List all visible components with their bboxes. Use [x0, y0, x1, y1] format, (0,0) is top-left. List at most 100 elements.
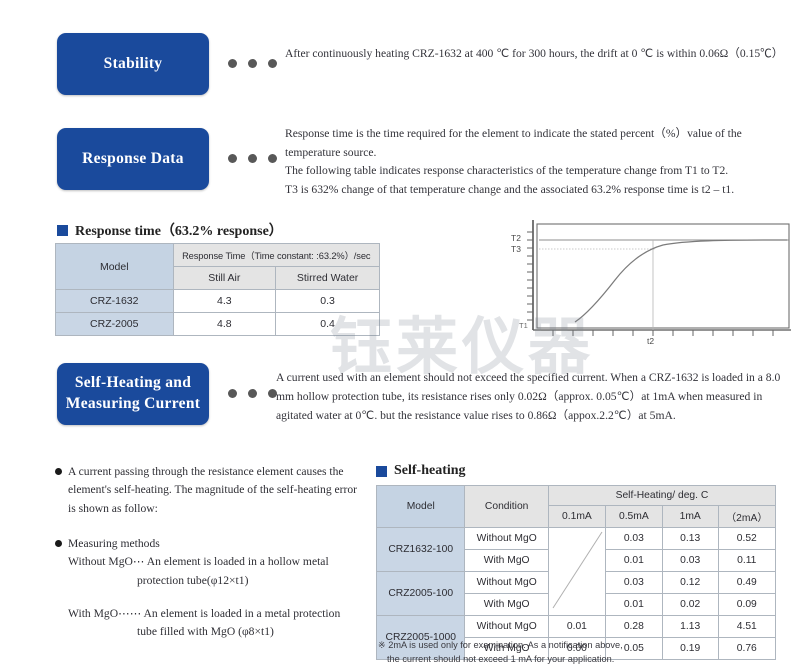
sh-model-header: Model [375, 485, 466, 528]
sh-condition-header: Condition [464, 485, 549, 528]
sh-current-header-01ma: 0.1mA [547, 505, 606, 528]
footnote-line1: ※ 2mA is used only for examination. As a… [378, 640, 623, 650]
response-data-body-line2: The following table indicates response c… [285, 164, 729, 177]
note-bullet-1: A current passing through the resistance… [55, 463, 365, 518]
bullet-icon [55, 539, 62, 547]
response-row-model: CRZ-2005 [55, 312, 174, 336]
diagonal-strike-icon [552, 531, 603, 609]
response-row-stirred-water: 0.4 [275, 312, 380, 336]
stability-label-box: Stability [57, 33, 209, 95]
dot-icon [228, 154, 237, 163]
dot-icon [248, 389, 257, 398]
without-mgo-line2: protection tube(φ12×t1) [137, 573, 249, 587]
response-row-still-air: 4.3 [172, 289, 277, 313]
sh-row-05ma: 0.03 [604, 527, 663, 550]
self-heating-body: A current used with an element should no… [276, 371, 781, 422]
response-data-dots [228, 154, 277, 163]
response-time-heading: Response time（63.2% response） [57, 220, 283, 240]
note-bullet-2-text: Measuring methods [68, 536, 160, 550]
response-curve-svg: T2 T3 T1 t2 [511, 220, 791, 346]
sh-row-05ma: 0.01 [604, 549, 663, 572]
sh-current-header-1ma: 1mA [661, 505, 719, 528]
sh-current-header-05ma: 0.5mA [604, 505, 663, 528]
chart-label-t1: T1 [519, 321, 528, 330]
sh-row-01ma-blank [547, 527, 606, 616]
sh-row-condition: Without MgO [464, 571, 549, 594]
self-heating-table: Model Condition Self-Heating/ deg. C 0.1… [375, 485, 777, 660]
table-row: CRZ2005-1000 Without MgO 0.01 0.28 1.13 … [375, 615, 777, 660]
note-bullet-2: Measuring methods [55, 535, 365, 553]
sh-row-2ma: 0.49 [717, 571, 777, 594]
self-heating-label-line1: Self-Heating and [74, 374, 192, 392]
sh-row-05ma: 0.01 [604, 593, 663, 616]
dot-icon [248, 59, 257, 68]
stability-dots [228, 59, 277, 68]
sh-current-header-2ma: （2mA） [717, 505, 777, 528]
dot-icon [248, 154, 257, 163]
sh-row-condition: Without MgO [464, 527, 549, 550]
response-data-body-line3: T3 is 632% change of that temperature ch… [285, 183, 735, 196]
stability-label-text: Stability [103, 54, 163, 72]
sh-row-05ma: 0.28 [604, 615, 663, 638]
sh-row-condition: With MgO [464, 593, 549, 616]
response-subheader-stirred-water: Stirred Water [275, 266, 380, 290]
sh-row-2ma: 0.11 [717, 549, 777, 572]
sh-row-2ma: 4.51 [717, 615, 777, 638]
blue-square-icon [376, 465, 387, 477]
response-curve-chart: T2 T3 T1 t2 [505, 218, 795, 351]
sh-row-1ma: 0.12 [661, 571, 719, 594]
sh-row-2ma: 0.09 [717, 593, 777, 616]
table-row: CRZ-2005 4.8 0.4 [55, 312, 380, 336]
blue-square-icon [57, 224, 68, 236]
self-heating-table-heading-text: Self-heating [394, 463, 466, 478]
table-row: Model Response Time（Time constant: :63.2… [55, 243, 381, 290]
chart-label-t2: T2 [511, 233, 521, 243]
sh-row-1ma: 0.02 [661, 593, 719, 616]
without-mgo-line1: Without MgO⋯ An element is loaded in a h… [68, 555, 329, 569]
sh-row-1ma: 0.13 [661, 527, 719, 550]
self-heating-table-heading: Self-heating [376, 463, 466, 479]
notes-block: A current passing through the resistance… [55, 463, 365, 642]
sh-row-1ma: 0.03 [661, 549, 719, 572]
sh-row-2ma: 0.52 [717, 527, 777, 550]
response-model-header: Model [55, 243, 174, 290]
response-time-table: Model Response Time（Time constant: :63.2… [55, 243, 381, 336]
response-row-still-air: 4.8 [172, 312, 277, 336]
response-group-header: Response Time（Time constant: :63.2%）/sec [172, 243, 381, 267]
table-row: CRZ-1632 4.3 0.3 [55, 289, 380, 313]
footnote-line2: the current should not exceed 1 mA for y… [387, 653, 615, 664]
with-mgo-line1: With MgO⋯⋯ An element is loaded in a met… [68, 606, 341, 620]
note-bullet-1-text: A current passing through the resistance… [68, 465, 358, 515]
table-row: Model Condition Self-Heating/ deg. C [375, 485, 777, 528]
table-row: CRZ1632-100 Without MgO 0.03 0.13 0.52 [375, 527, 777, 616]
chart-label-t3: T3 [511, 244, 521, 254]
response-data-label-text: Response Data [82, 149, 184, 167]
response-time-heading-text: Response time（63.2% response） [75, 224, 283, 239]
bullet-icon [55, 468, 62, 475]
response-row-model: CRZ-1632 [55, 289, 174, 313]
sh-row-model: CRZ2005-100 [375, 571, 466, 616]
self-heating-label-line2: Measuring Current [65, 395, 201, 412]
response-data-body-line1: Response time is the time required for t… [285, 127, 742, 159]
sh-row-condition: Without MgO [464, 615, 549, 638]
self-heating-label-box: Self-Heating and Measuring Current [57, 363, 209, 425]
sh-row-05ma: 0.03 [604, 571, 663, 594]
chart-y-ticks [527, 231, 533, 321]
response-row-stirred-water: 0.3 [275, 289, 380, 313]
sh-row-1ma: 1.13 [661, 615, 719, 638]
sh-row-model: CRZ1632-100 [375, 527, 466, 572]
with-mgo-line2: tube filled with MgO (φ8×t1) [137, 625, 274, 639]
dot-icon [228, 59, 237, 68]
response-data-label-box: Response Data [57, 128, 209, 190]
sh-group-header: Self-Heating/ deg. C [547, 485, 777, 506]
chart-label-t2-time: t2 [647, 336, 654, 346]
sh-row-condition: With MgO [464, 549, 549, 572]
sh-row-01ma: 0.01 [547, 615, 606, 638]
response-subheader-still-air: Still Air [172, 266, 277, 290]
self-heating-footnote: ※ 2mA is used only for examination. As a… [378, 639, 778, 667]
self-heating-dots [228, 389, 277, 398]
stability-body: After continuously heating CRZ-1632 at 4… [285, 47, 784, 60]
dot-icon [268, 154, 277, 163]
dot-icon [268, 59, 277, 68]
dot-icon [228, 389, 237, 398]
